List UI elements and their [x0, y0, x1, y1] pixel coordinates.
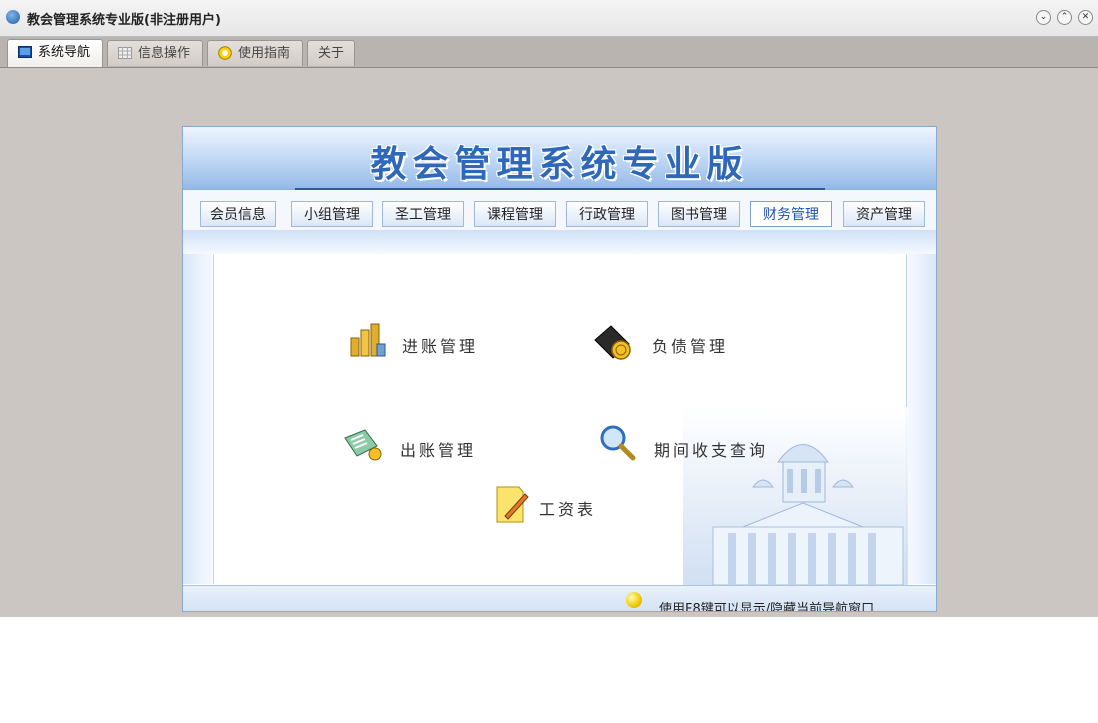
- status-bar: 使用F8键可以显示/隐藏当前导航窗口: [183, 585, 936, 612]
- app-tab-bar: 系统导航 信息操作 使用指南 关于: [0, 37, 1098, 68]
- module-tab-ministry[interactable]: 圣工管理: [382, 201, 464, 227]
- help-icon: [218, 46, 232, 60]
- banner: 教会管理系统专业版: [183, 127, 936, 190]
- coins-icon: [350, 323, 386, 357]
- module-tab-groups[interactable]: 小组管理: [291, 201, 373, 227]
- content-frame-top: [183, 230, 936, 254]
- content-frame-left: [183, 254, 214, 584]
- tab-about[interactable]: 关于: [307, 40, 355, 66]
- menu-income-management[interactable]: 进账管理: [402, 333, 478, 357]
- module-tab-administration[interactable]: 行政管理: [566, 201, 648, 227]
- maximize-button[interactable]: ⌃: [1057, 10, 1072, 25]
- window-title: 教会管理系统专业版(非注册用户): [27, 13, 221, 28]
- title-bar: 教会管理系统专业版(非注册用户) ⌄ ⌃ ✕: [0, 0, 1098, 37]
- grid-icon: [118, 47, 132, 59]
- tab-system-navigation[interactable]: 系统导航: [7, 39, 103, 67]
- tab-info-operations[interactable]: 信息操作: [107, 40, 203, 66]
- monitor-icon: [18, 46, 32, 58]
- tab-user-guide[interactable]: 使用指南: [207, 40, 303, 66]
- tab-label: 信息操作: [138, 46, 191, 61]
- calculator-icon: [344, 429, 382, 461]
- module-tab-bar: 会员信息 小组管理 圣工管理 课程管理 行政管理 图书管理 财务管理 资产管理: [183, 190, 936, 230]
- wallet-icon: [594, 325, 631, 360]
- tab-label: 系统导航: [38, 45, 91, 60]
- notepad-icon: [496, 486, 529, 523]
- navigation-panel: 教会管理系统专业版 会员信息 小组管理 圣工管理 课程管理 行政管理 图书管理 …: [182, 126, 937, 612]
- menu-period-query[interactable]: 期间收支查询: [654, 437, 768, 461]
- module-tab-library[interactable]: 图书管理: [658, 201, 740, 227]
- church-illustration: [683, 407, 908, 585]
- menu-expense-management[interactable]: 出账管理: [400, 437, 476, 461]
- module-tab-courses[interactable]: 课程管理: [474, 201, 556, 227]
- magnifier-icon: [600, 425, 636, 461]
- tab-label: 关于: [318, 46, 345, 61]
- lightbulb-icon: [626, 592, 642, 608]
- module-tab-members[interactable]: 会员信息: [200, 201, 276, 227]
- tab-label: 使用指南: [238, 46, 291, 61]
- status-hint: 使用F8键可以显示/隐藏当前导航窗口: [659, 602, 875, 612]
- app-logo-icon: [6, 10, 20, 24]
- close-button[interactable]: ✕: [1078, 10, 1093, 25]
- content-frame-right: [906, 254, 936, 584]
- app-window: 教会管理系统专业版(非注册用户) ⌄ ⌃ ✕ 系统导航 信息操作 使用指南 关于…: [0, 0, 1098, 617]
- banner-title: 教会管理系统专业版: [370, 144, 749, 185]
- module-tab-assets[interactable]: 资产管理: [843, 201, 925, 227]
- module-tab-finance[interactable]: 财务管理: [750, 201, 832, 227]
- menu-payroll[interactable]: 工资表: [539, 496, 596, 520]
- menu-liability-management[interactable]: 负债管理: [652, 333, 728, 357]
- minimize-button[interactable]: ⌄: [1036, 10, 1051, 25]
